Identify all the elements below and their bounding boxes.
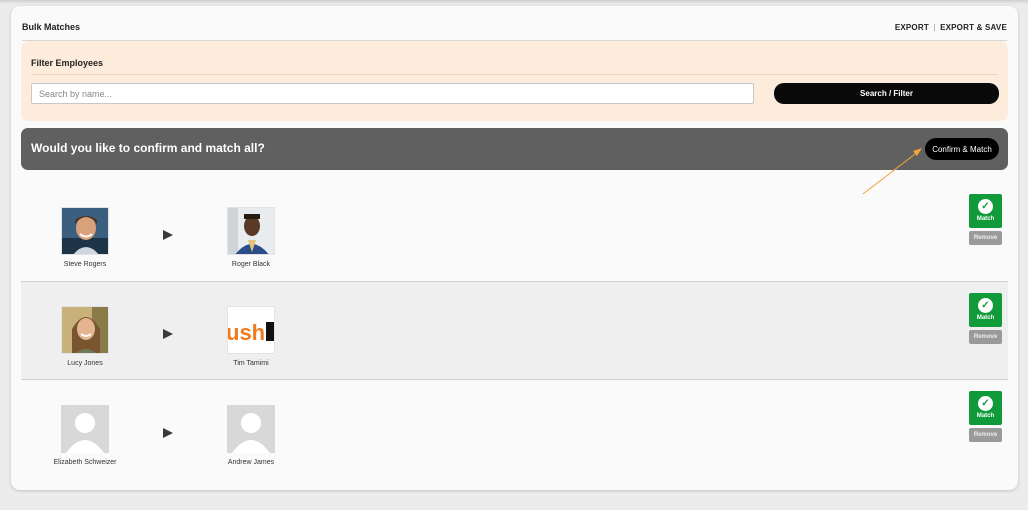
match-button[interactable]: ✓ Match [969,391,1002,425]
match-button[interactable]: ✓ Match [969,194,1002,228]
check-circle-icon: ✓ [978,396,993,411]
filter-panel: Filter Employees Search / Filter [21,41,1008,121]
avatar-photo-man-smiling [61,207,109,255]
employee-right: Roger Black [201,207,301,268]
match-row: Elizabeth Schweizer Andrew James ✓ Match… [21,381,1008,480]
arrow-right-icon [163,329,173,339]
employee-name: Lucy Jones [67,360,103,367]
employee-name: Elizabeth Schweizer [53,459,117,466]
avatar-logo-orange-black: ush [227,306,275,354]
employee-right: Andrew James [201,405,301,466]
page-title: Bulk Matches [22,22,81,32]
match-row: Steve Rogers Roger Black ✓ Match Remove [21,183,1008,282]
filter-divider [31,74,998,75]
header-links: EXPORT | EXPORT & SAVE [895,23,1007,32]
confirm-bar: Would you like to confirm and match all?… [21,128,1008,170]
check-circle-icon: ✓ [978,199,993,214]
svg-text:ush: ush [228,320,265,345]
employee-name: Tim Tamimi [233,360,269,367]
confirm-match-button[interactable]: Confirm & Match [925,138,999,160]
avatar-photo-woman-smiling [61,306,109,354]
employee-left: Lucy Jones [35,306,135,367]
export-link[interactable]: EXPORT [895,23,929,32]
default-avatar-icon [61,405,109,453]
match-label: Match [976,216,995,222]
match-row: Lucy Jones ush Tim Tamimi ✓ Match Remove [21,281,1008,380]
check-circle-icon: ✓ [978,298,993,313]
remove-button[interactable]: Remove [969,330,1002,344]
search-input[interactable] [31,83,754,104]
confirm-question: Would you like to confirm and match all? [31,141,265,155]
match-button[interactable]: ✓ Match [969,293,1002,327]
arrow-right-icon [163,428,173,438]
match-label: Match [976,413,995,419]
filter-title: Filter Employees [31,58,104,68]
row-actions: ✓ Match Remove [969,194,1003,245]
arrow-right-icon [163,230,173,240]
remove-button[interactable]: Remove [969,428,1002,442]
employee-right: ush Tim Tamimi [201,306,301,367]
match-label: Match [976,315,995,321]
employee-name: Andrew James [227,459,275,466]
card-header: Bulk Matches EXPORT | EXPORT & SAVE [22,15,1007,41]
employee-name: Roger Black [231,261,271,268]
header-separator: | [933,23,936,32]
employee-left: Steve Rogers [35,207,135,268]
row-actions: ✓ Match Remove [969,293,1003,344]
employee-left: Elizabeth Schweizer [35,405,135,466]
avatar-photo-man-blue-suit [227,207,275,255]
bulk-matches-card: Bulk Matches EXPORT | EXPORT & SAVE Filt… [11,6,1018,490]
row-actions: ✓ Match Remove [969,391,1003,442]
search-filter-button[interactable]: Search / Filter [774,83,999,104]
remove-button[interactable]: Remove [969,231,1002,245]
export-save-link[interactable]: EXPORT & SAVE [940,23,1007,32]
window-top-shadow [0,0,1028,4]
default-avatar-icon [227,405,275,453]
employee-name: Steve Rogers [63,261,107,268]
